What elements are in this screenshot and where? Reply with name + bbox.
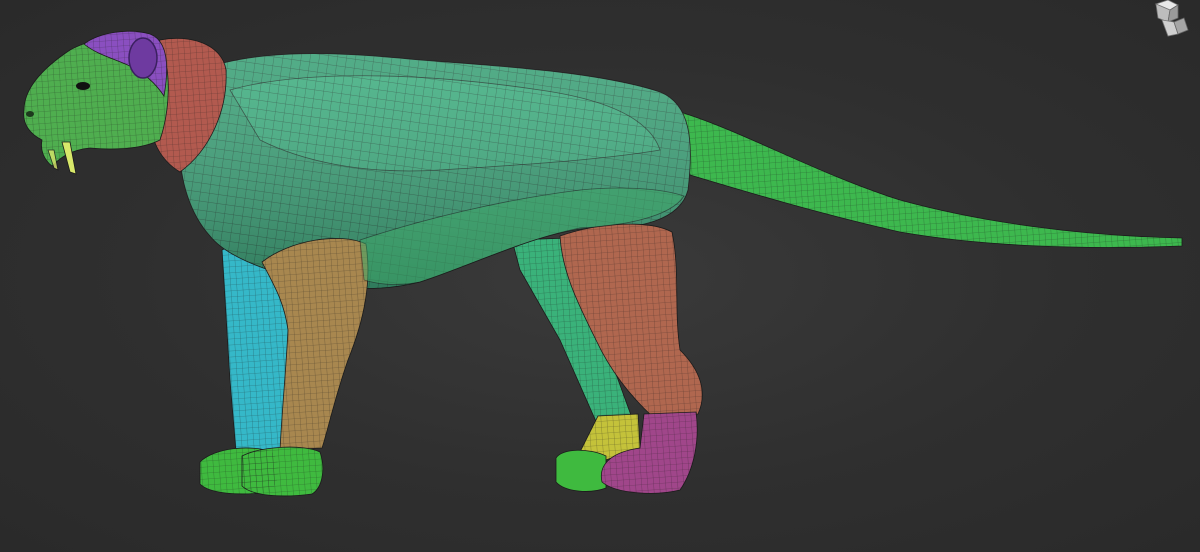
3d-viewport[interactable] bbox=[0, 0, 1200, 552]
tail-polygroup bbox=[679, 111, 1183, 248]
front-paw-polygroup bbox=[199, 446, 324, 497]
eye bbox=[76, 82, 90, 90]
polygroup-mesh-model[interactable] bbox=[0, 0, 1200, 552]
navigation-cube-icon[interactable] bbox=[1148, 0, 1192, 40]
